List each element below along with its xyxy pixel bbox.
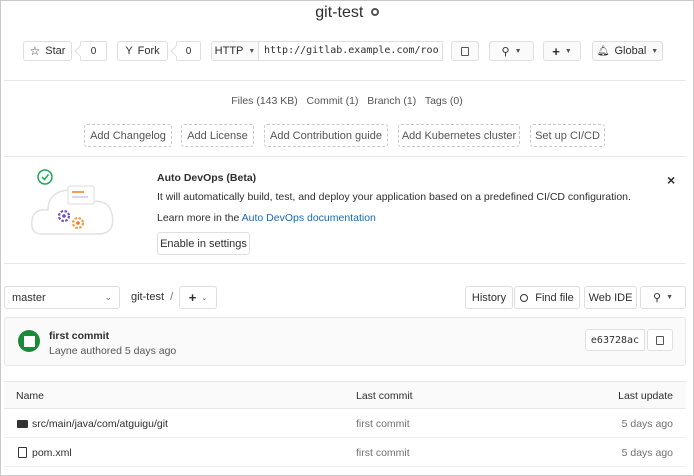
project-header: git-test	[0, 4, 694, 22]
devops-illustration-icon	[30, 169, 114, 235]
chevron-down-icon: ▼	[248, 47, 256, 55]
find-file-label: Find file	[535, 291, 574, 304]
header-name: Name	[16, 390, 45, 402]
copy-sha-button[interactable]	[647, 329, 673, 351]
row-name[interactable]: src/main/java/com/atguigu/git	[32, 418, 168, 430]
autodevops-learn-more: Learn more in the Auto DevOps documentat…	[157, 212, 376, 224]
add-license-label: Add License	[187, 129, 248, 142]
autodevops-illustration	[28, 164, 120, 246]
notification-label: Global	[614, 45, 647, 57]
divider	[4, 263, 686, 264]
chevron-down-icon: ▼	[666, 294, 673, 301]
fork-label: Fork	[137, 45, 160, 57]
enable-in-settings-button[interactable]: Enable in settings	[157, 232, 250, 255]
chevron-down-icon: ▼	[651, 47, 659, 55]
autodevops-description: It will automatically build, test, and d…	[157, 191, 631, 203]
fork-button[interactable]: Y Fork	[117, 41, 168, 61]
add-kubernetes-cluster-button[interactable]: Add Kubernetes cluster	[398, 124, 520, 147]
commit-title[interactable]: first commit	[49, 330, 109, 342]
learn-more-text: Learn more in the	[157, 212, 242, 224]
add-contribution-guide-label: Add Contribution guide	[270, 129, 382, 142]
star-button[interactable]: ☆ Star	[23, 41, 72, 61]
close-icon[interactable]: ×	[667, 172, 675, 188]
add-kubernetes-cluster-label: Add Kubernetes cluster	[401, 129, 517, 142]
breadcrumb-project[interactable]: git-test	[131, 291, 164, 303]
commit-sha-text: e63728ac	[590, 334, 640, 346]
protocol-label: HTTP	[214, 45, 244, 57]
page-title: git-test	[315, 4, 364, 21]
star-count[interactable]: 0	[80, 41, 107, 61]
stat-tags[interactable]: Tags (0)	[425, 95, 463, 107]
clone-url-text: http://gitlab.example.com/roo	[264, 45, 439, 56]
download-dropdown[interactable]: ⚲ ▼	[489, 41, 534, 61]
branch-name: master	[12, 291, 46, 304]
add-changelog-button[interactable]: Add Changelog	[84, 124, 172, 147]
stat-branches[interactable]: Branch (1)	[367, 95, 416, 107]
table-header	[4, 381, 686, 409]
divider	[4, 80, 686, 81]
star-icon: ☆	[29, 44, 41, 58]
clone-url-input[interactable]: http://gitlab.example.com/roo	[258, 41, 443, 61]
setup-cicd-label: Set up CI/CD	[535, 129, 600, 142]
table-row[interactable]	[4, 438, 686, 467]
setup-cicd-button[interactable]: Set up CI/CD	[530, 124, 605, 147]
stat-commits[interactable]: Commit (1)	[307, 95, 359, 107]
download-icon: ⚲	[653, 292, 662, 304]
add-dropdown[interactable]: + ▼	[543, 41, 581, 61]
plus-icon: +	[552, 43, 560, 59]
avatar[interactable]	[18, 330, 40, 352]
chevron-down-icon: ⌄	[104, 292, 112, 302]
download-source-dropdown[interactable]: ⚲ ▼	[640, 286, 686, 309]
fork-count[interactable]: 0	[176, 41, 201, 61]
autodevops-docs-link[interactable]: Auto DevOps documentation	[242, 212, 376, 224]
chevron-down-icon: ▼	[514, 47, 522, 55]
notification-dropdown[interactable]: 🔔︎ Global ▼	[592, 41, 663, 61]
fork-icon: Y	[125, 45, 133, 57]
chevron-down-icon: ▼	[564, 47, 572, 55]
project-stats: Files (143 KB) Commit (1) Branch (1) Tag…	[0, 95, 694, 107]
web-ide-button[interactable]: Web IDE	[584, 286, 637, 309]
add-file-dropdown[interactable]: + ⌄	[179, 286, 217, 309]
breadcrumb-separator: /	[170, 291, 174, 303]
commit-sha[interactable]: e63728ac	[585, 329, 645, 351]
web-ide-label: Web IDE	[588, 291, 633, 304]
autodevops-title: Auto DevOps (Beta)	[157, 172, 257, 184]
stat-files[interactable]: Files (143 KB)	[231, 95, 298, 107]
fork-count-value: 0	[185, 45, 192, 57]
history-button[interactable]: History	[465, 286, 513, 309]
row-updated: 5 days ago	[621, 447, 673, 459]
clipboard-icon	[656, 335, 664, 345]
star-count-value: 0	[90, 45, 97, 57]
row-name[interactable]: pom.xml	[32, 447, 72, 459]
add-contribution-guide-button[interactable]: Add Contribution guide	[264, 124, 388, 147]
copy-url-button[interactable]	[451, 41, 479, 61]
star-label: Star	[45, 45, 66, 57]
add-file-glyph: +	[188, 290, 197, 305]
globe-icon	[370, 8, 379, 16]
commit-author-line: Layne authored 5 days ago	[49, 345, 177, 357]
clipboard-icon	[461, 46, 469, 56]
bell-icon: 🔔︎	[596, 45, 610, 57]
chevron-down-icon: ⌄	[201, 294, 208, 302]
header-last-commit: Last commit	[356, 390, 413, 402]
add-changelog-label: Add Changelog	[90, 129, 166, 142]
protocol-dropdown[interactable]: HTTP ▼	[211, 41, 259, 61]
breadcrumb: git-test /	[131, 291, 173, 303]
history-label: History	[471, 291, 507, 304]
find-file-button[interactable]: Find file	[514, 286, 580, 309]
enable-in-settings-label: Enable in settings	[160, 237, 247, 250]
branch-selector[interactable]: master ⌄	[4, 286, 120, 309]
row-commit[interactable]: first commit	[356, 418, 410, 430]
download-icon: ⚲	[501, 45, 510, 58]
row-commit[interactable]: first commit	[356, 447, 410, 459]
folder-icon	[17, 420, 28, 428]
header-last-update: Last update	[618, 390, 673, 402]
row-updated: 5 days ago	[621, 418, 673, 430]
file-icon	[18, 447, 27, 458]
search-icon	[520, 293, 529, 302]
add-license-button[interactable]: Add License	[181, 124, 254, 147]
divider	[4, 156, 686, 157]
